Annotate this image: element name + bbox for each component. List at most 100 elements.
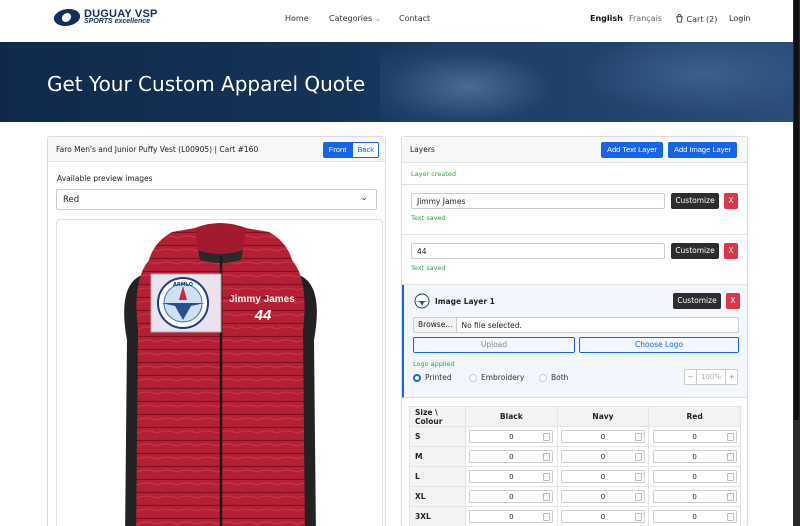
zoom-in-button[interactable]: + [725,370,737,384]
image-layer-thumbnail-icon [414,293,430,309]
spinner-icon[interactable] [726,513,734,521]
preview-images-label: Available preview images [57,174,153,183]
table-row: S 0 0 0 [409,426,741,447]
size-quantity-table: Size \ Colour Black Navy Red S 0 0 0 M 0 0 0 L 0 0… [409,406,741,526]
qty-input-l-black[interactable]: 0 [469,470,554,483]
table-row: M 0 0 0 [409,446,741,467]
back-view-button[interactable]: Back [352,142,379,158]
login-link[interactable]: Login [729,14,751,23]
spinner-icon[interactable] [726,473,734,481]
spinner-icon[interactable] [543,473,551,481]
layer-created-row: Layer created [402,163,747,185]
top-navbar: DUGUAY VSP SPORTS excellence Home Catego… [0,0,793,42]
size-label: S [409,426,466,447]
spinner-icon[interactable] [543,433,551,441]
text-layer-1-remove-button[interactable]: X [724,193,738,209]
spinner-icon[interactable] [634,513,642,521]
image-layer-customize-button[interactable]: Customize [673,293,721,309]
embroidery-label: Embroidery [481,373,525,382]
qty-input-3xl-navy[interactable]: 0 [560,510,645,523]
qty-input-m-red[interactable]: 0 [652,450,737,463]
image-layer-title: Image Layer 1 [435,297,495,306]
hero-player-image [560,42,793,122]
qty-input-3xl-red[interactable]: 0 [652,510,737,523]
qty-cell: 0 [648,506,741,526]
qty-value: 0 [509,493,514,501]
spinner-icon[interactable] [726,433,734,441]
spinner-icon[interactable] [726,453,734,461]
nav-contact-link[interactable]: Contact [399,14,430,23]
preview-color-select[interactable]: Red ⌄ [56,189,377,210]
text-layer-1-customize-button[interactable]: Customize [671,193,719,209]
embroidery-radio[interactable]: Embroidery [469,373,524,382]
both-label: Both [551,373,569,382]
page-scrollbar[interactable] [793,0,800,526]
qty-input-3xl-black[interactable]: 0 [469,510,554,523]
text-layer-2: 44 Customize X Text saved [402,235,747,285]
nav-home-link[interactable]: Home [285,14,309,23]
spinner-icon[interactable] [726,493,734,501]
qty-cell: 0 [648,446,741,467]
brand-tagline: SPORTS excellence [84,17,151,25]
qty-value: 0 [600,433,606,441]
qty-cell: 0 [648,486,741,507]
image-file-input[interactable]: Browse... No file selected. [413,317,739,333]
qty-value: 0 [692,433,697,441]
vest-image: ARMLO Jimmy James 44 [124,223,317,526]
hero-banner: Get Your Custom Apparel Quote [0,42,793,122]
qty-cell: 0 [465,426,558,447]
text-layer-2-remove-button[interactable]: X [724,243,738,259]
qty-input-m-navy[interactable]: 0 [560,450,645,463]
text-layer-2-status: Text saved [411,264,446,272]
scrollbar-thumb[interactable] [794,0,799,420]
spinner-icon[interactable] [634,473,642,481]
qty-input-m-black[interactable]: 0 [469,450,554,463]
qty-input-xl-navy[interactable]: 0 [560,490,645,503]
browse-button[interactable]: Browse... [414,318,458,332]
qty-cell: 0 [648,466,741,487]
lang-francais-link[interactable]: Français [629,14,662,23]
qty-input-s-navy[interactable]: 0 [560,430,645,443]
qty-cell: 0 [465,486,558,507]
zoom-value[interactable]: 100% [697,370,725,384]
qty-value: 0 [509,513,514,521]
add-text-layer-button[interactable]: Add Text Layer [601,142,663,158]
chevron-down-icon: ⌄ [374,14,382,23]
brand-logo[interactable]: DUGUAY VSP SPORTS excellence [52,8,158,26]
text-layer-2-customize-button[interactable]: Customize [671,243,719,259]
image-layer-remove-button[interactable]: X [726,293,740,309]
qty-input-s-black[interactable]: 0 [469,430,554,443]
qty-input-xl-red[interactable]: 0 [652,490,737,503]
qty-input-l-navy[interactable]: 0 [560,470,645,483]
qty-value: 0 [509,473,514,481]
text-layer-2-input[interactable]: 44 [411,243,665,259]
spinner-icon[interactable] [543,453,551,461]
text-layer-1: Jimmy James Customize X Text saved [402,185,747,235]
upload-button[interactable]: Upload [413,337,575,353]
qty-input-s-red[interactable]: 0 [652,430,737,443]
logo-applied-status: Logo applied [413,360,455,368]
qty-input-xl-black[interactable]: 0 [469,490,554,503]
add-image-layer-button[interactable]: Add Image Layer [668,142,738,158]
both-radio[interactable]: Both [539,373,568,382]
choose-logo-button[interactable]: Choose Logo [579,337,739,353]
product-preview-area: ARMLO Jimmy James 44 [56,219,383,526]
cart-link[interactable]: Cart (2) [675,14,717,24]
zoom-out-button[interactable]: − [685,370,697,384]
spinner-icon[interactable] [634,453,642,461]
qty-input-l-red[interactable]: 0 [652,470,737,483]
spinner-icon[interactable] [543,493,551,501]
nav-categories-dropdown[interactable]: Categories ⌄ [329,14,381,23]
spinner-icon[interactable] [634,433,642,441]
qty-value: 0 [692,453,697,461]
logo-text: ARMLO [173,282,193,288]
lang-english-link[interactable]: English [590,14,623,23]
printed-radio[interactable]: Printed [413,373,452,382]
vest-name-text: Jimmy James [229,294,295,305]
spinner-icon[interactable] [543,513,551,521]
text-layer-1-input[interactable]: Jimmy James [411,193,665,209]
qty-value: 0 [692,473,697,481]
spinner-icon[interactable] [634,493,642,501]
front-view-button[interactable]: Front [322,142,353,158]
layers-title: Layers [410,145,435,154]
